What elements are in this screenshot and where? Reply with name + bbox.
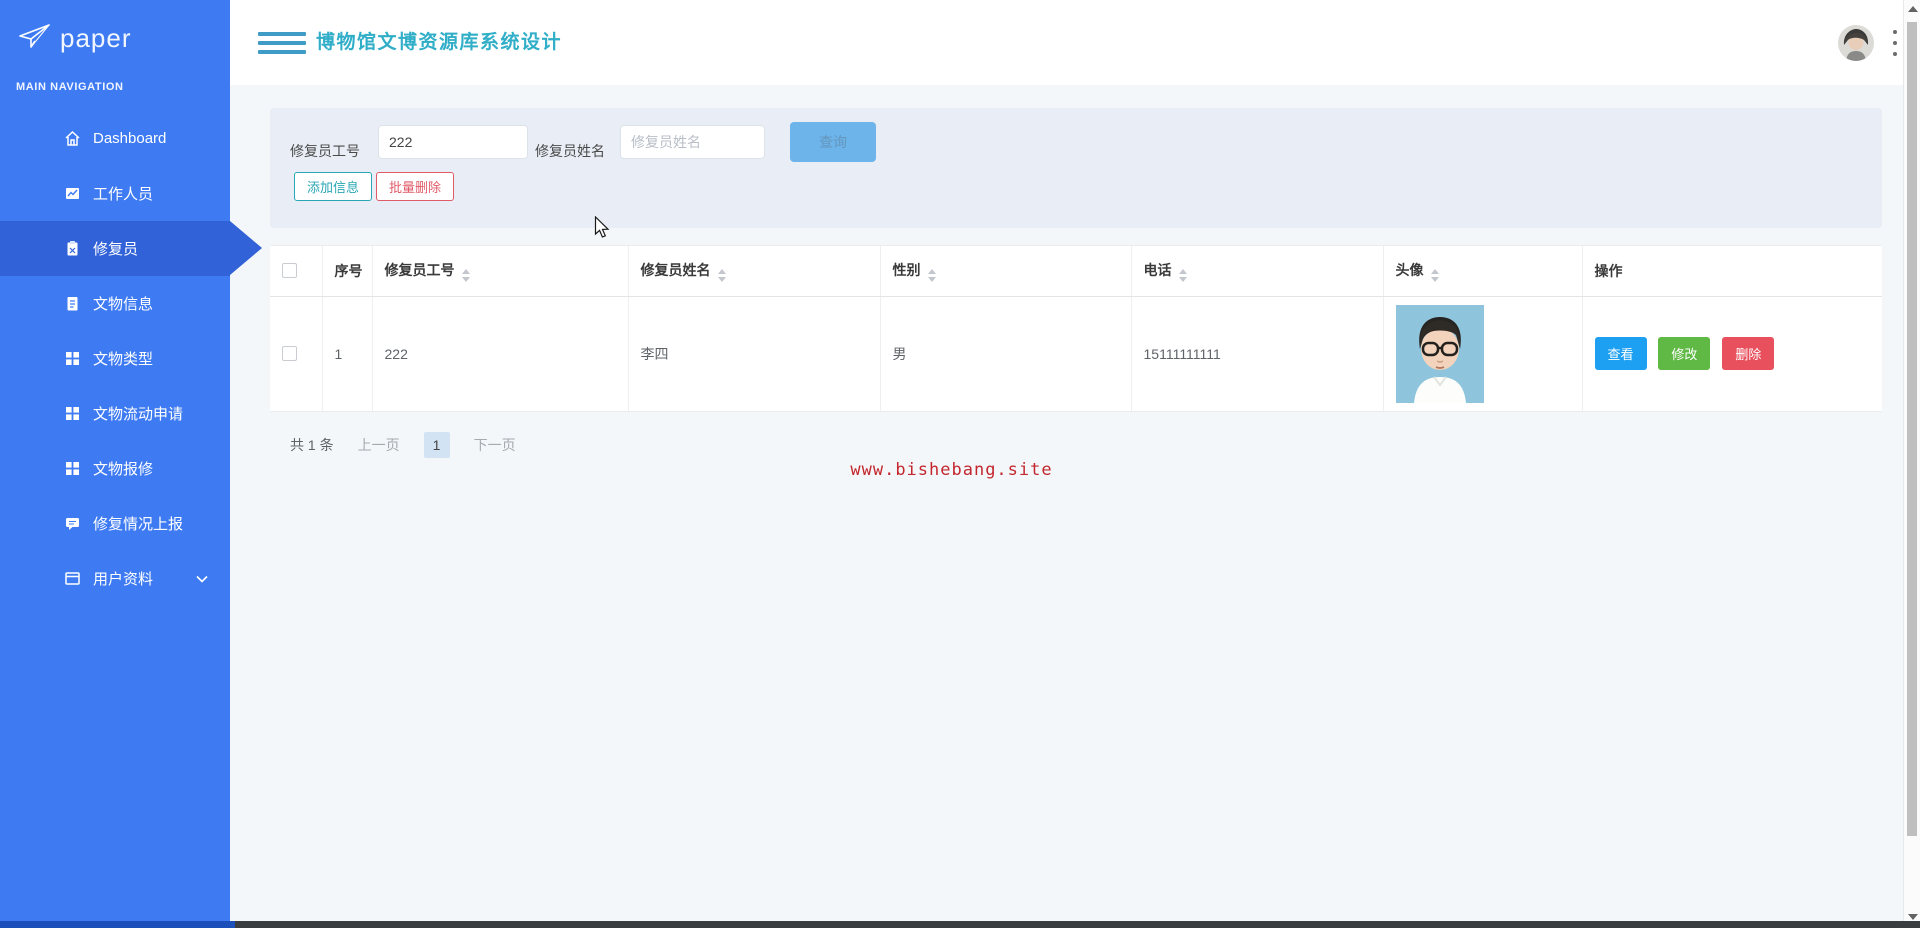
col-header-phone[interactable]: 电话	[1131, 246, 1384, 297]
filter-panel: 修复员工号 修复员姓名 查询 添加信息 批量删除	[270, 108, 1882, 228]
sidebar-item-relic-repair[interactable]: 文物报修	[0, 441, 230, 496]
paper-plane-icon	[18, 22, 52, 55]
sidebar-nav: Dashboard 工作人员 修复员 文物信息 文物类型 文物流动申请 文物报修…	[0, 111, 262, 606]
row-checkbox[interactable]	[282, 346, 297, 361]
logo-text: paper	[60, 23, 132, 53]
sidebar-item-relic-flow[interactable]: 文物流动申请	[0, 386, 230, 441]
sidebar-item-label: Dashboard	[93, 130, 167, 147]
scroll-up-arrow-icon[interactable]	[1908, 6, 1918, 12]
sidebar-item-dashboard[interactable]: Dashboard	[0, 111, 230, 166]
worker-name-input[interactable]	[620, 125, 765, 159]
sidebar-item-staff[interactable]: 工作人员	[0, 166, 230, 221]
comment-icon	[64, 515, 81, 532]
add-info-button[interactable]: 添加信息	[294, 172, 373, 201]
sidebar-item-label: 修复情况上报	[93, 516, 184, 533]
pagination-total: 共 1 条	[290, 437, 334, 453]
scroll-down-arrow-icon[interactable]	[1908, 914, 1918, 920]
col-header-actions: 操作	[1582, 246, 1882, 297]
prev-page-button[interactable]: 上一页	[358, 435, 400, 455]
row-avatar-image	[1395, 304, 1484, 403]
table-row: 1 222 李四 男 15111111111 查看 修改 删除	[270, 296, 1882, 412]
hamburger-menu-icon[interactable]	[258, 32, 306, 54]
window-bottom-edge	[0, 921, 1920, 928]
bottom-edge-right	[235, 921, 1920, 928]
col-header-worker-id[interactable]: 修复员工号	[372, 246, 629, 297]
sort-icon[interactable]	[927, 268, 936, 282]
sidebar-item-label: 修复员	[93, 241, 139, 258]
sidebar-item-label: 文物信息	[93, 296, 154, 313]
edit-button[interactable]: 修改	[1658, 337, 1711, 370]
sidebar-item-user-profile[interactable]: 用户资料	[0, 551, 230, 606]
col-header-avatar[interactable]: 头像	[1383, 246, 1583, 297]
sidebar-item-label: 用户资料	[93, 571, 154, 588]
sidebar-item-relic-info[interactable]: 文物信息	[0, 276, 230, 331]
sidebar-item-label: 文物类型	[93, 351, 154, 368]
cell-gender: 男	[880, 296, 1132, 412]
sort-icon[interactable]	[1178, 268, 1187, 282]
sort-icon[interactable]	[717, 268, 726, 282]
chevron-down-icon	[196, 570, 208, 587]
col-header-name[interactable]: 修复员姓名	[628, 246, 881, 297]
select-all-checkbox[interactable]	[282, 263, 297, 279]
sidebar-item-label: 工作人员	[93, 186, 154, 203]
data-table-card: 序号 修复员工号 修复员姓名 性别 电话 头像 操作 1 222 李四 男 15…	[270, 245, 1882, 412]
cell-worker-id: 222	[372, 296, 629, 412]
image-icon	[64, 185, 81, 202]
worker-id-input[interactable]	[378, 125, 528, 159]
col-header-gender[interactable]: 性别	[880, 246, 1132, 297]
grid-icon	[64, 405, 81, 422]
more-options-icon[interactable]	[1888, 30, 1902, 56]
sidebar-item-restorer[interactable]: 修复员	[0, 221, 262, 276]
watermark-text: www.bishebang.site	[850, 460, 1053, 480]
grid-icon	[64, 350, 81, 367]
sidebar-item-relic-type[interactable]: 文物类型	[0, 331, 230, 386]
home-icon	[64, 130, 81, 147]
sort-icon[interactable]	[461, 268, 470, 282]
document-icon	[64, 295, 81, 312]
view-button[interactable]: 查看	[1594, 337, 1647, 370]
bottom-edge-left	[0, 921, 235, 928]
sort-icon[interactable]	[1430, 268, 1439, 282]
delete-button[interactable]: 删除	[1722, 337, 1775, 370]
clipboard-icon	[64, 240, 81, 257]
grid-icon	[64, 460, 81, 477]
batch-delete-button[interactable]: 批量删除	[376, 172, 455, 201]
restorer-table: 序号 修复员工号 修复员姓名 性别 电话 头像 操作 1 222 李四 男 15…	[270, 246, 1882, 412]
cell-phone: 15111111111	[1131, 296, 1384, 412]
sidebar-item-label: 文物流动申请	[93, 406, 184, 423]
current-page-button[interactable]: 1	[423, 432, 450, 458]
table-header-row: 序号 修复员工号 修复员姓名 性别 电话 头像 操作	[270, 246, 1882, 297]
worker-id-label: 修复员工号	[290, 143, 360, 159]
worker-name-label: 修复员姓名	[535, 143, 605, 159]
search-button[interactable]: 查询	[790, 122, 876, 162]
window-icon	[64, 570, 81, 587]
sidebar-item-repair-report[interactable]: 修复情况上报	[0, 496, 230, 551]
user-avatar[interactable]	[1838, 25, 1874, 61]
page-title: 博物馆文博资源库系统设计	[316, 32, 563, 53]
scrollbar-thumb[interactable]	[1907, 22, 1917, 836]
col-header-index[interactable]: 序号	[322, 246, 373, 297]
next-page-button[interactable]: 下一页	[474, 435, 516, 455]
cell-name: 李四	[628, 296, 881, 412]
app-logo[interactable]: paper	[0, 0, 230, 55]
sidebar: paper MAIN NAVIGATION Dashboard 工作人员 修复员	[0, 0, 262, 928]
vertical-scrollbar[interactable]	[1903, 0, 1920, 928]
cell-index: 1	[322, 296, 373, 412]
nav-section-label: MAIN NAVIGATION	[16, 81, 124, 93]
pagination: 共 1 条 上一页 1 下一页	[290, 432, 516, 458]
top-header: 博物馆文博资源库系统设计	[230, 0, 1903, 85]
sidebar-item-label: 文物报修	[93, 461, 154, 478]
